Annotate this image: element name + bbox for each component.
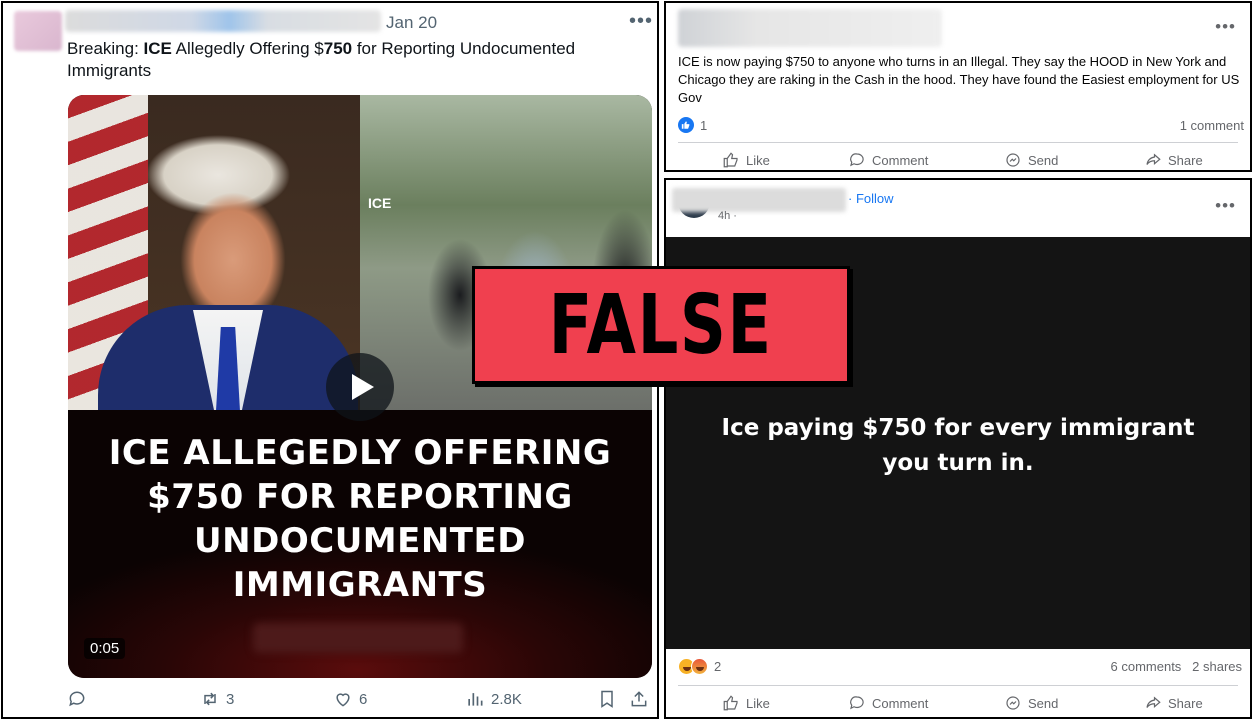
- comments-shares-count[interactable]: 6 comments 2 shares: [1111, 659, 1243, 674]
- views-count: 2.8K: [491, 690, 522, 708]
- like-button[interactable]: 6: [333, 689, 367, 709]
- bookmark-button[interactable]: [597, 689, 617, 709]
- blurred-profile-header[interactable]: [678, 9, 942, 47]
- share-button[interactable]: Share: [1144, 694, 1203, 712]
- comment-button[interactable]: Comment: [848, 694, 928, 712]
- comment-count[interactable]: 1 comment: [1180, 118, 1244, 133]
- reply-icon: [69, 691, 85, 707]
- reply-button[interactable]: [67, 689, 87, 709]
- verdict-label: FALSE: [548, 277, 774, 373]
- post-actions-bar: Like Comment Send Share: [666, 151, 1250, 170]
- share-arrow-icon: [1146, 153, 1161, 166]
- heart-icon: [336, 693, 350, 707]
- facebook-post-1-panel: ••• ICE is now paying $750 to anyone who…: [664, 1, 1252, 172]
- video-duration: 0:05: [84, 638, 126, 659]
- post-actions-bar: Like Comment Send Share: [666, 694, 1250, 716]
- send-button[interactable]: Send: [1004, 151, 1058, 169]
- like-button[interactable]: Like: [722, 151, 770, 169]
- thumbs-up-icon: [723, 695, 738, 711]
- post-date[interactable]: Jan 20: [386, 13, 437, 33]
- messenger-icon: [1006, 153, 1020, 167]
- like-reaction-icon[interactable]: [678, 117, 694, 133]
- comment-bubble-icon: [850, 696, 864, 710]
- more-options-icon[interactable]: •••: [629, 10, 653, 33]
- share-arrow-icon: [1146, 696, 1161, 709]
- video-thumbnail-portrait: [68, 95, 360, 415]
- send-button[interactable]: Send: [1004, 694, 1058, 712]
- reaction-count: 2: [714, 659, 722, 674]
- video-headline: ICE ALLEGEDLY OFFERING $750 FOR REPORTIN…: [108, 433, 612, 605]
- blurred-avatar[interactable]: [14, 11, 62, 51]
- like-button[interactable]: Like: [722, 694, 770, 712]
- views-button[interactable]: 2.8K: [465, 689, 522, 709]
- divider: [678, 142, 1238, 143]
- play-icon: [352, 374, 374, 400]
- post-text: Ice paying $750 for every immigrant you …: [721, 415, 1195, 476]
- bookmark-icon: [601, 690, 613, 708]
- more-options-icon[interactable]: •••: [1215, 17, 1236, 37]
- facebook-post-2-panel: · Follow 4h · ••• Ice paying $750 for ev…: [664, 178, 1252, 719]
- divider: [678, 685, 1238, 686]
- post-text: Breaking: ICE Allegedly Offering $750 fo…: [67, 39, 576, 80]
- retweet-count: 3: [226, 690, 235, 708]
- blurred-watermark: [253, 623, 463, 653]
- comment-button[interactable]: Comment: [848, 151, 928, 169]
- blurred-username[interactable]: [672, 188, 846, 212]
- thumbs-up-icon: [723, 152, 738, 168]
- video-player[interactable]: ICE ICE ALLEGEDLY OFFERING $750 FOR REPO…: [68, 95, 652, 678]
- messenger-icon: [1006, 696, 1020, 710]
- reactions-summary[interactable]: 2: [678, 658, 721, 675]
- like-count: 6: [359, 690, 368, 708]
- share-button[interactable]: [629, 689, 649, 709]
- more-options-icon[interactable]: •••: [1215, 196, 1236, 216]
- agent-vest-text: ICE: [368, 195, 392, 211]
- angry-emoji-icon: [691, 658, 708, 675]
- retweet-icon: [204, 692, 216, 706]
- play-button[interactable]: [326, 353, 394, 421]
- post-timestamp[interactable]: 4h ·: [718, 210, 737, 222]
- views-chart-icon: [468, 693, 483, 706]
- post-text: ICE is now paying $750 to anyone who tur…: [678, 54, 1240, 105]
- follow-link[interactable]: · Follow: [848, 191, 894, 206]
- share-upload-icon: [631, 691, 647, 707]
- false-verdict-stamp: FALSE: [472, 266, 850, 384]
- retweet-button[interactable]: 3: [200, 689, 234, 709]
- comment-bubble-icon: [850, 153, 864, 167]
- share-button[interactable]: Share: [1144, 151, 1203, 169]
- reaction-count[interactable]: 1: [700, 118, 707, 133]
- post-actions-bar: 3 6 2.8K: [3, 689, 657, 717]
- blurred-username[interactable]: [65, 10, 381, 32]
